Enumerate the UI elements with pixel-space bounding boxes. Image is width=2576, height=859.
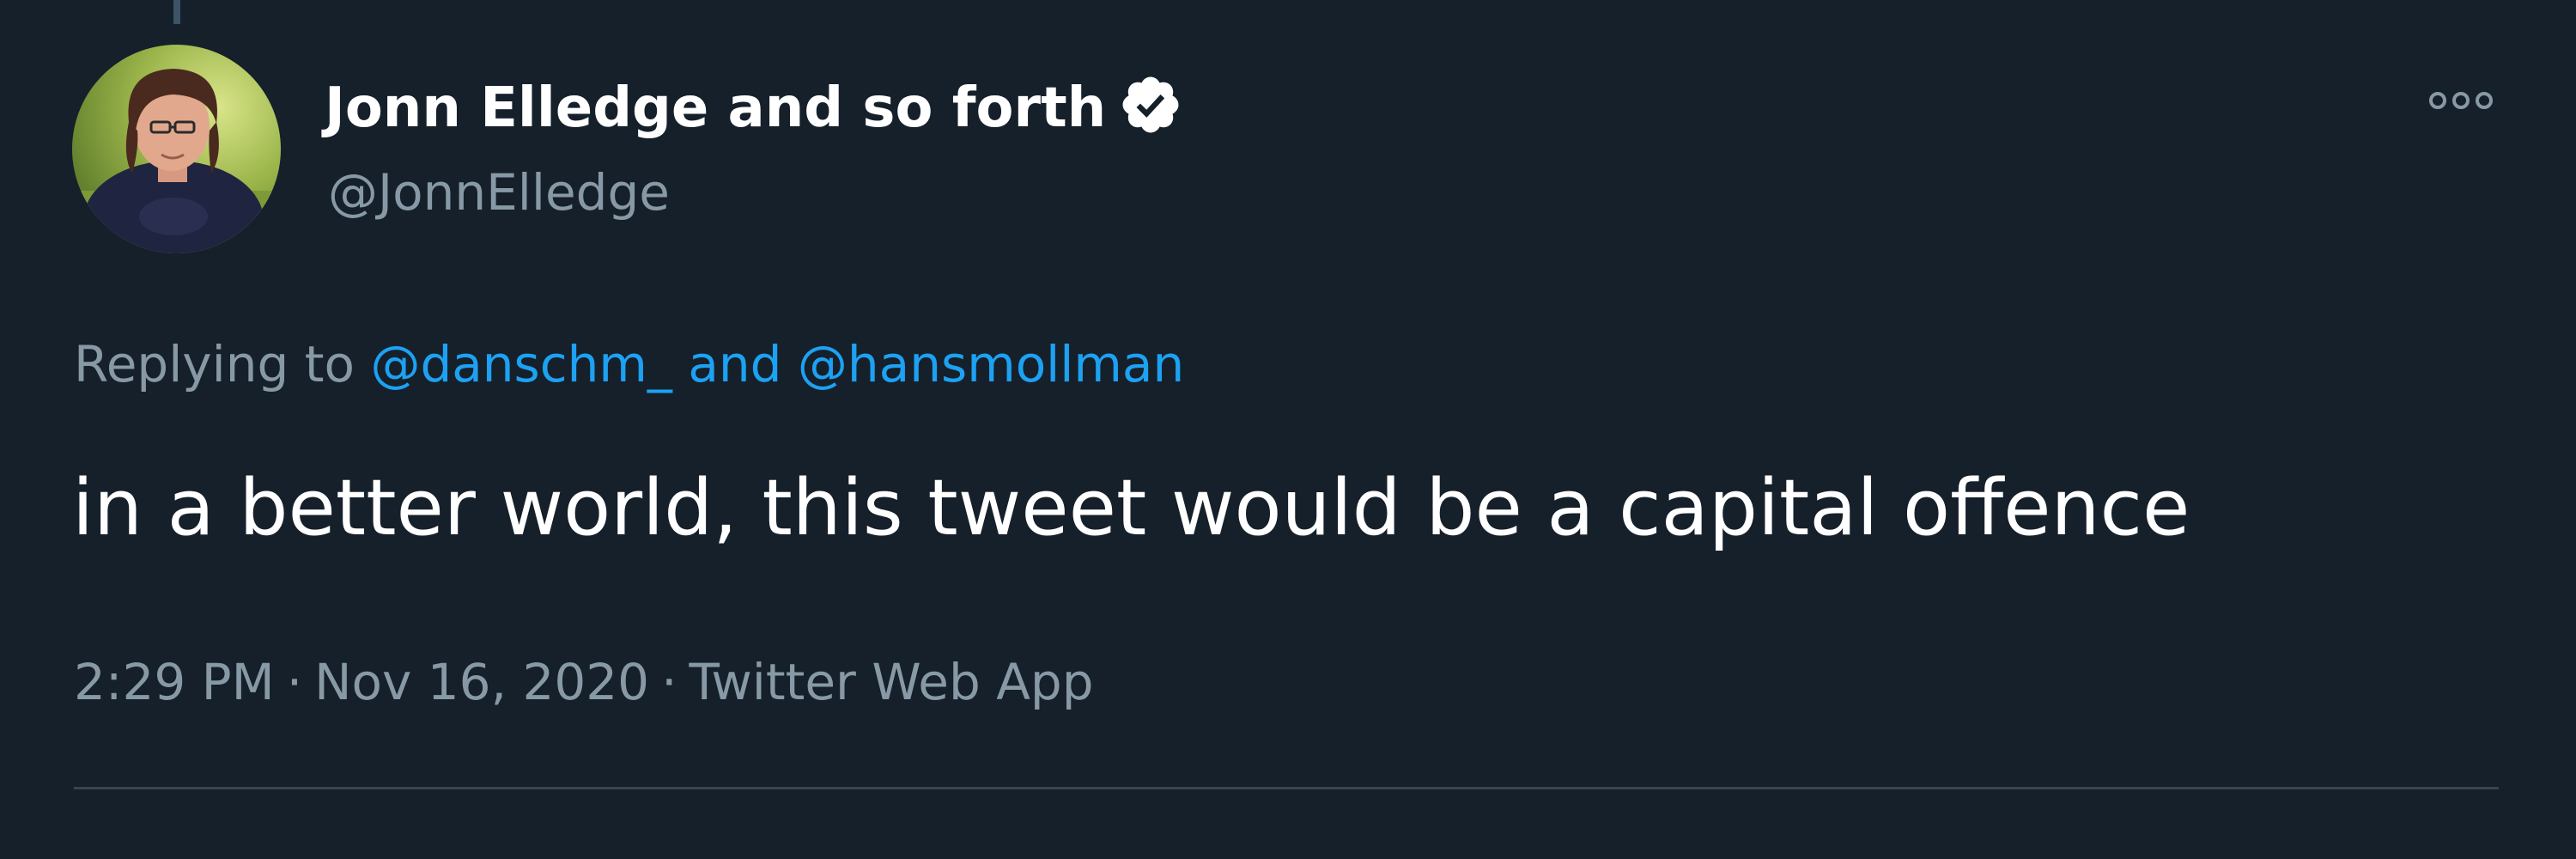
- verified-badge-icon: [1118, 72, 1183, 137]
- display-name[interactable]: Jonn Elledge and so forth: [325, 76, 1106, 140]
- author-handle[interactable]: @JonnElledge: [328, 158, 670, 227]
- more-options-button[interactable]: [2420, 79, 2502, 122]
- mention-link-hansmollman[interactable]: @hansmollman: [798, 335, 1184, 393]
- meta-separator: ·: [661, 653, 677, 711]
- tweet-date[interactable]: Nov 16, 2020: [314, 653, 649, 711]
- tweet-metadata: 2:29 PM · Nov 16, 2020 · Twitter Web App: [74, 648, 1094, 716]
- more-options-icon: [2429, 92, 2493, 109]
- meta-separator: ·: [286, 653, 303, 711]
- avatar[interactable]: [72, 45, 281, 253]
- profile-photo: [72, 45, 281, 253]
- mention-link-danschm[interactable]: @danschm_: [370, 335, 671, 393]
- mention-connector[interactable]: and: [688, 335, 781, 393]
- tweet-text: in a better world, this tweet would be a…: [72, 463, 2190, 553]
- divider: [74, 787, 2499, 789]
- tweet-detail: Jonn Elledge and so forth @JonnElledge R…: [0, 0, 2576, 859]
- tweet-time[interactable]: 2:29 PM: [74, 653, 275, 711]
- thread-connector-line: [173, 0, 180, 24]
- replying-prefix: Replying to: [74, 335, 355, 393]
- tweet-source[interactable]: Twitter Web App: [690, 653, 1094, 711]
- author-name-row[interactable]: Jonn Elledge and so forth: [325, 74, 1183, 143]
- replying-to-line: Replying to @danschm_ and @hansmollman: [74, 330, 1184, 399]
